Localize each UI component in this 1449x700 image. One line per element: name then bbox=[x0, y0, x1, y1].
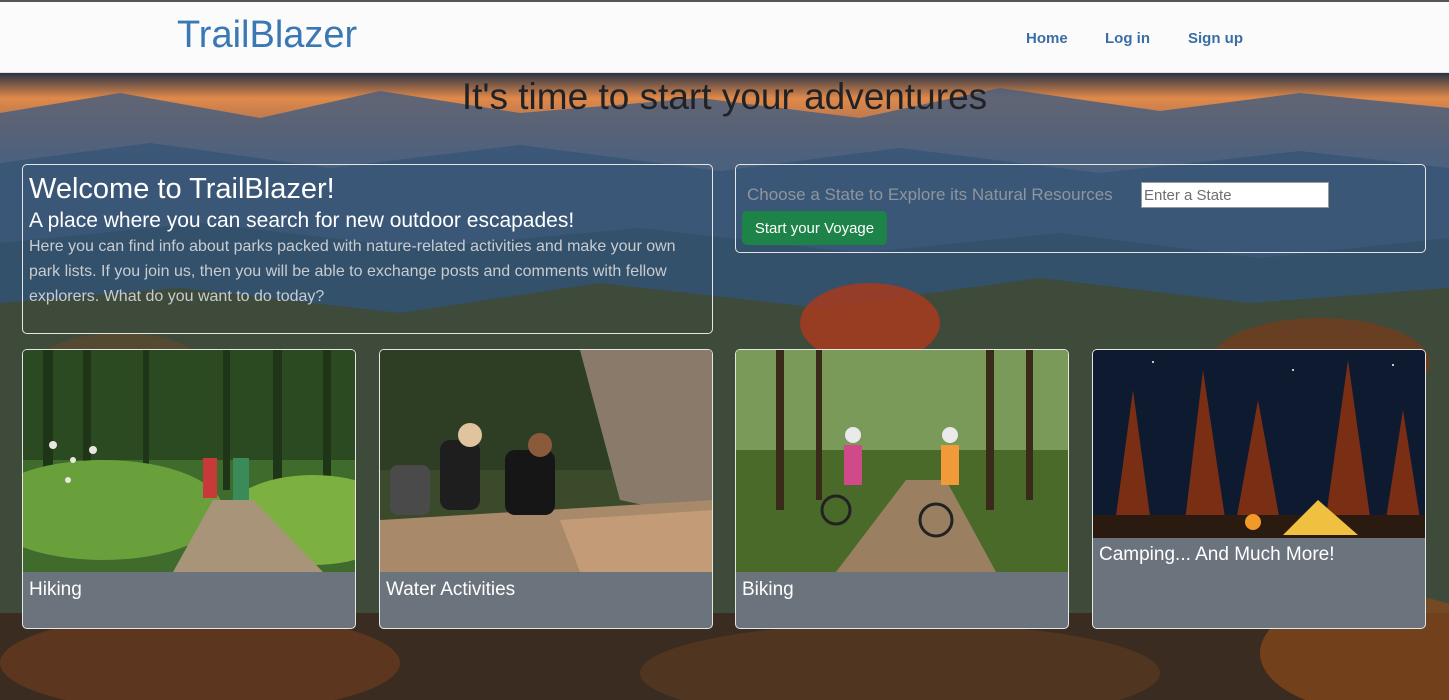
card-title-biking: Biking bbox=[742, 579, 794, 600]
welcome-panel: Welcome to TrailBlazer! A place where yo… bbox=[22, 164, 713, 334]
brand-logo[interactable]: TrailBlazer bbox=[177, 14, 357, 57]
nav-login-link[interactable]: Log in bbox=[1105, 30, 1150, 47]
welcome-heading: Welcome to TrailBlazer! bbox=[29, 173, 335, 205]
water-activities-image bbox=[380, 350, 712, 572]
activity-card-biking[interactable]: Biking bbox=[735, 349, 1069, 629]
activity-card-hiking[interactable]: Hiking bbox=[22, 349, 356, 629]
nav-signup-link[interactable]: Sign up bbox=[1188, 30, 1243, 47]
card-title-camping: Camping... And Much More! bbox=[1099, 544, 1335, 565]
card-title-hiking: Hiking bbox=[29, 579, 82, 600]
hiking-image bbox=[23, 350, 355, 572]
welcome-body: Here you can find info about parks packe… bbox=[29, 238, 676, 305]
biking-image bbox=[736, 350, 1068, 572]
state-search-label: Choose a State to Explore its Natural Re… bbox=[747, 185, 1113, 204]
camping-image bbox=[1093, 350, 1425, 538]
state-search-panel: Choose a State to Explore its Natural Re… bbox=[735, 164, 1426, 253]
start-voyage-button[interactable]: Start your Voyage bbox=[742, 211, 887, 245]
hero-title: It's time to start your adventures bbox=[461, 76, 988, 117]
navbar: TrailBlazer Home Log in Sign up bbox=[0, 0, 1449, 73]
welcome-subheading: A place where you can search for new out… bbox=[29, 209, 575, 232]
nav-home-link[interactable]: Home bbox=[1026, 30, 1068, 47]
activity-card-water[interactable]: Water Activities bbox=[379, 349, 713, 629]
state-input[interactable] bbox=[1141, 182, 1329, 208]
activity-card-camping[interactable]: Camping... And Much More! bbox=[1092, 349, 1426, 629]
card-title-water: Water Activities bbox=[386, 579, 516, 600]
